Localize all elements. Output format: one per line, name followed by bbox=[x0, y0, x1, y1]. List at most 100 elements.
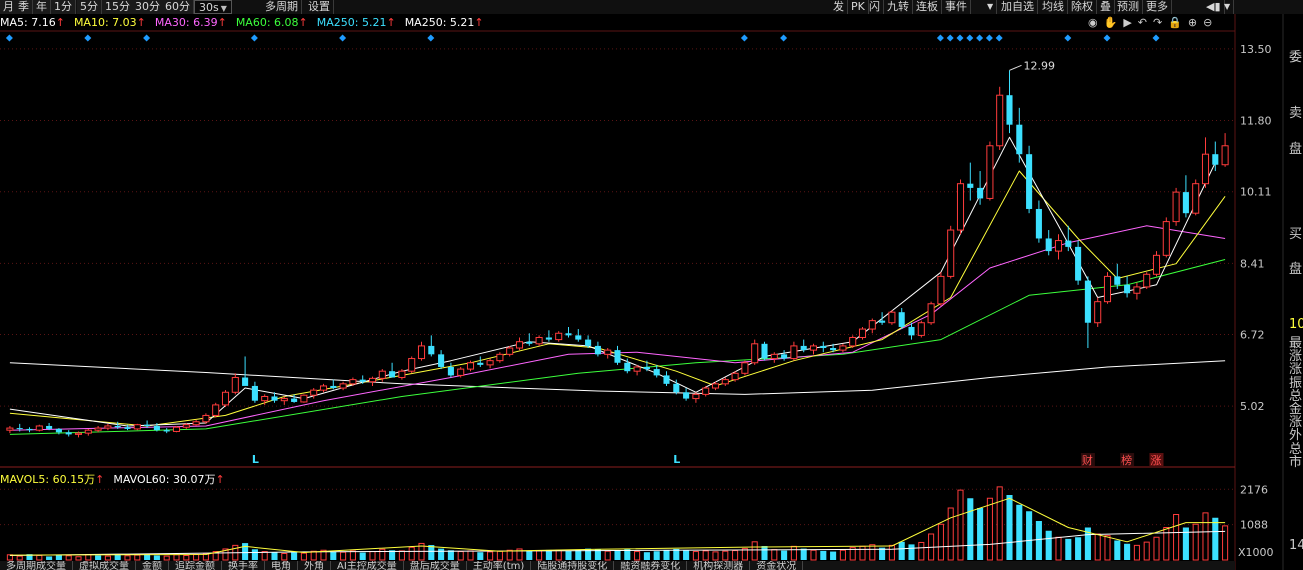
candle-body-down bbox=[447, 366, 454, 376]
indicator-tab-9[interactable]: 主动率(tm) bbox=[467, 561, 532, 570]
volume-bar-down bbox=[1075, 537, 1082, 560]
candle-body-up bbox=[212, 404, 220, 416]
candle-body-up bbox=[378, 370, 386, 379]
candle-body-up bbox=[192, 421, 200, 426]
volume-bar-up bbox=[634, 551, 641, 561]
volume-bar-down bbox=[526, 550, 533, 560]
volume-bar-up bbox=[1133, 544, 1140, 561]
candle-body-down bbox=[1182, 192, 1189, 214]
candle-body-up bbox=[261, 395, 269, 402]
candle-body-up bbox=[917, 322, 925, 336]
candle-body-up bbox=[1143, 273, 1151, 288]
volume-bar-up bbox=[457, 551, 464, 561]
candle-body-up bbox=[956, 183, 965, 231]
candle-body-up bbox=[408, 358, 416, 372]
panel-label-sell[interactable]: 卖 bbox=[1289, 106, 1302, 121]
panel-label-buy[interactable]: 买 bbox=[1289, 227, 1302, 242]
candle-body-up bbox=[1192, 183, 1200, 214]
volume-bar-down bbox=[1124, 543, 1131, 560]
volume-bar-down bbox=[291, 552, 298, 560]
candle-body-down bbox=[565, 333, 572, 336]
candle-body-down bbox=[242, 377, 249, 386]
volume-bar-up bbox=[604, 550, 611, 561]
volume-bar-down bbox=[761, 546, 768, 560]
candle-body-down bbox=[526, 341, 533, 344]
candle-body-down bbox=[1045, 238, 1052, 252]
volume-bar-up bbox=[65, 555, 72, 561]
volume-bar-up bbox=[1192, 523, 1199, 561]
vol-legend-item-label: MAVOL5: 60.15万 bbox=[0, 473, 96, 486]
candle-body-up bbox=[133, 424, 141, 430]
indicator-tab-5[interactable]: 电角 bbox=[265, 561, 298, 570]
volume-bar-up bbox=[1202, 512, 1209, 561]
candle-body-up bbox=[349, 379, 357, 385]
volume-bar-down bbox=[683, 550, 690, 560]
volume-bar-up bbox=[349, 550, 356, 561]
volume-bar-down bbox=[800, 548, 807, 560]
candle-body-up bbox=[604, 349, 612, 355]
volume-bar-down bbox=[565, 550, 572, 560]
volume-bar-down bbox=[1114, 540, 1121, 560]
signal-diamond-icon bbox=[143, 34, 151, 42]
volume-bar-down bbox=[428, 545, 435, 560]
volume-bar-up bbox=[888, 544, 895, 561]
candle-body-down bbox=[575, 335, 582, 340]
candle-body-down bbox=[1114, 276, 1121, 285]
candle-body-down bbox=[820, 345, 827, 349]
volume-bar-down bbox=[614, 550, 621, 560]
indicator-tab-7[interactable]: AI主控成交量 bbox=[331, 561, 404, 570]
volume-bar-down bbox=[781, 550, 788, 560]
candle-body-up bbox=[1133, 286, 1141, 294]
indicator-tab-8[interactable]: 盘后成交量 bbox=[404, 561, 467, 570]
candle-body-up bbox=[94, 427, 102, 431]
candle-body-down bbox=[683, 392, 690, 399]
signal-diamond-icon bbox=[780, 34, 788, 42]
candle-body-up bbox=[731, 372, 739, 381]
candle-body-up bbox=[868, 320, 876, 330]
volume-bar-down bbox=[1212, 517, 1219, 560]
volume-tick-label: 2176 bbox=[1240, 483, 1268, 496]
candle-body-up bbox=[417, 345, 426, 360]
indicator-tab-0[interactable]: 多周期成交量 bbox=[0, 561, 73, 570]
signal-diamond-icon bbox=[1152, 34, 1160, 42]
indicator-tab-1[interactable]: 虚拟成交量 bbox=[73, 561, 136, 570]
indicator-tab-2[interactable]: 金额 bbox=[136, 561, 169, 570]
indicator-tab-10[interactable]: 陆股通持股变化 bbox=[531, 561, 615, 570]
volume-bar-up bbox=[771, 549, 778, 561]
candle-body-up bbox=[457, 368, 465, 376]
indicator-tab-13[interactable]: 资金状况 bbox=[750, 561, 804, 570]
candle-body-up bbox=[496, 353, 504, 362]
price-tick-label: 11.80 bbox=[1240, 114, 1272, 127]
volume-bar-down bbox=[643, 552, 650, 560]
candle-body-up bbox=[310, 389, 318, 396]
volume-bar-up bbox=[810, 549, 817, 561]
volume-bar-down bbox=[251, 549, 258, 560]
candle-body-up bbox=[300, 394, 308, 403]
candle-body-down bbox=[1075, 246, 1082, 281]
indicator-tab-12[interactable]: 机构探测器 bbox=[687, 561, 751, 570]
candle-body-down bbox=[898, 312, 905, 327]
candle-body-up bbox=[1152, 254, 1161, 275]
candle-body-down bbox=[428, 345, 435, 355]
candle-body-down bbox=[389, 371, 396, 378]
volume-bar-up bbox=[1173, 514, 1180, 561]
volume-bar-down bbox=[663, 549, 670, 560]
event-tag-label: 榜 bbox=[1121, 453, 1132, 467]
indicator-tab-6[interactable]: 外角 bbox=[298, 561, 331, 570]
indicator-tab-11[interactable]: 融资融券变化 bbox=[614, 561, 688, 570]
volume-bar-down bbox=[330, 551, 337, 560]
indicator-tab-3[interactable]: 追踪金额 bbox=[169, 561, 222, 570]
volume-bar-down bbox=[46, 556, 53, 560]
volume-bar-up bbox=[487, 551, 494, 561]
volume-bar-up bbox=[947, 507, 954, 561]
quote-side-panel: 委 卖 盘 买 盘 10 最涨涨振总金涨外总市 14 bbox=[1285, 30, 1303, 570]
volume-bar-up bbox=[1055, 536, 1062, 561]
volume-bar-down bbox=[1006, 495, 1013, 560]
candle-body-up bbox=[74, 432, 83, 435]
volume-bar-up bbox=[722, 550, 729, 561]
volume-bar-up bbox=[134, 554, 141, 561]
candle-body-down bbox=[291, 398, 298, 402]
indicator-tab-4[interactable]: 换手率 bbox=[222, 561, 265, 570]
signal-diamond-icon bbox=[427, 34, 435, 42]
event-tag-label: 财 bbox=[1082, 453, 1093, 467]
